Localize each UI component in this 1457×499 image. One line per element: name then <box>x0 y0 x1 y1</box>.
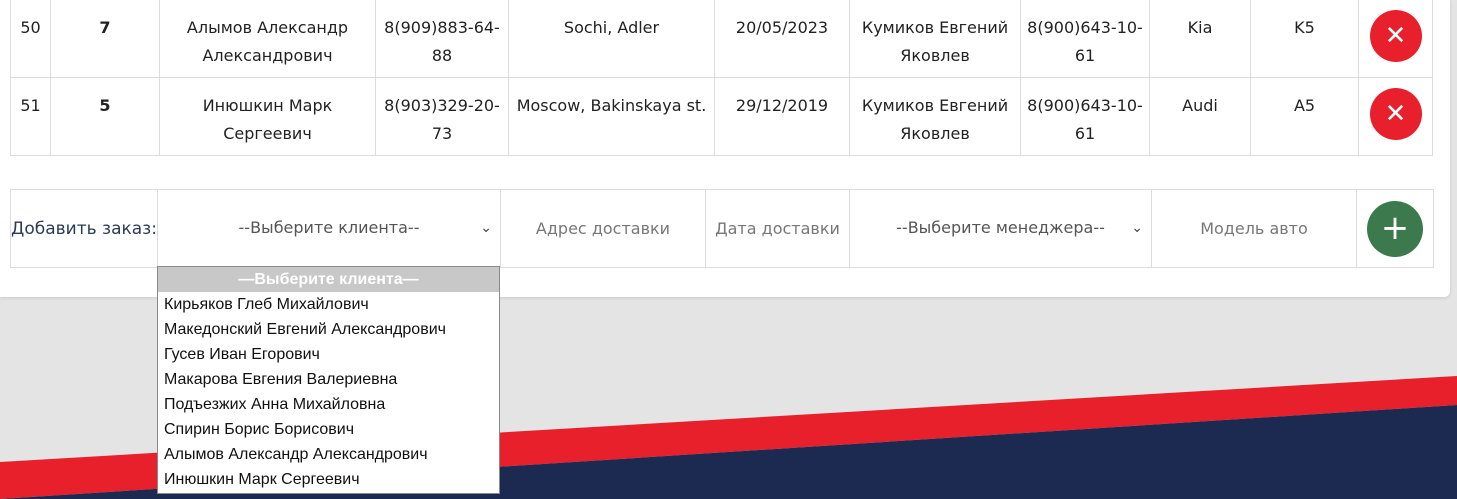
orders-table: 50 7 Алымов Александр Александрович 8(90… <box>10 0 1433 156</box>
delete-cell: ✕ <box>1358 0 1433 78</box>
model-placeholder: Модель авто <box>1200 219 1308 238</box>
table-row: 50 7 Алымов Александр Александрович 8(90… <box>10 0 1433 78</box>
car-model: K5 <box>1250 0 1359 78</box>
add-order-label: Добавить заказ: <box>11 218 157 239</box>
manager-name: Кумиков Евгений Яковлев <box>849 77 1021 156</box>
order-number: 5 <box>50 77 160 156</box>
order-number: 7 <box>50 0 160 78</box>
delivery-date: 29/12/2019 <box>714 77 850 156</box>
client-dropdown-list: —Выберите клиента— Кирьяков Глеб Михайло… <box>157 266 500 494</box>
manager-name: Кумиков Евгений Яковлев <box>849 0 1021 78</box>
plus-icon: + <box>1380 207 1410 248</box>
client-select-cell: --Выберите клиента-- ⌄ <box>157 189 501 268</box>
delete-button[interactable]: ✕ <box>1369 88 1422 140</box>
client-name: Инюшкин Марк Сергеевич <box>159 77 376 156</box>
dropdown-option[interactable]: Спирин Борис Борисович <box>158 417 499 442</box>
add-order-form: Добавить заказ: --Выберите клиента-- ⌄ А… <box>10 189 1434 268</box>
manager-select[interactable]: --Выберите менеджера-- ⌄ <box>850 190 1151 267</box>
client-phone: 8(909)883-64-88 <box>375 0 509 78</box>
order-id: 51 <box>10 77 51 156</box>
dropdown-option[interactable]: Макарова Евгения Валериевна <box>158 367 499 392</box>
delivery-address: Sochi, Adler <box>508 0 715 78</box>
client-select-value: --Выберите клиента-- <box>238 218 420 237</box>
manager-phone: 8(900)643-10-61 <box>1020 0 1150 78</box>
address-placeholder: Адрес доставки <box>535 219 671 238</box>
manager-select-value: --Выберите менеджера-- <box>896 218 1105 237</box>
date-placeholder: Дата доставки <box>715 219 840 238</box>
chevron-down-icon: ⌄ <box>480 220 492 236</box>
delivery-date: 20/05/2023 <box>714 0 850 78</box>
delete-cell: ✕ <box>1358 77 1433 156</box>
address-input[interactable]: Адрес доставки <box>500 189 706 268</box>
add-cell: + <box>1356 189 1434 268</box>
date-input[interactable]: Дата доставки <box>705 189 850 268</box>
car-brand: Audi <box>1149 77 1251 156</box>
delete-button[interactable]: ✕ <box>1369 10 1422 62</box>
close-icon: ✕ <box>1384 99 1407 129</box>
car-brand: Kia <box>1149 0 1251 78</box>
close-icon: ✕ <box>1384 21 1407 51</box>
dropdown-option-placeholder[interactable]: —Выберите клиента— <box>158 267 499 292</box>
client-phone: 8(903)329-20-73 <box>375 77 509 156</box>
orders-panel: 50 7 Алымов Александр Александрович 8(90… <box>0 0 1450 297</box>
add-order-button[interactable]: + <box>1367 200 1423 257</box>
order-id: 50 <box>10 0 51 78</box>
table-row: 51 5 Инюшкин Марк Сергеевич 8(903)329-20… <box>10 77 1433 156</box>
model-input[interactable]: Модель авто <box>1151 189 1357 268</box>
add-order-label-cell: Добавить заказ: <box>10 189 158 268</box>
dropdown-option[interactable]: Македонский Евгений Александрович <box>158 317 499 342</box>
manager-select-cell: --Выберите менеджера-- ⌄ <box>849 189 1152 268</box>
client-select[interactable]: --Выберите клиента-- ⌄ <box>158 190 500 267</box>
chevron-down-icon: ⌄ <box>1131 220 1143 236</box>
dropdown-option[interactable]: Инюшкин Марк Сергеевич <box>158 467 499 492</box>
dropdown-option[interactable]: Подъезжих Анна Михайловна <box>158 392 499 417</box>
delivery-address: Moscow, Bakinskaya st. <box>508 77 715 156</box>
dropdown-option[interactable]: Гусев Иван Егорович <box>158 342 499 367</box>
dropdown-option[interactable]: Алымов Александр Александрович <box>158 442 499 467</box>
client-name: Алымов Александр Александрович <box>159 0 376 78</box>
dropdown-option[interactable]: Кирьяков Глеб Михайлович <box>158 292 499 317</box>
manager-phone: 8(900)643-10-61 <box>1020 77 1150 156</box>
car-model: A5 <box>1250 77 1359 156</box>
